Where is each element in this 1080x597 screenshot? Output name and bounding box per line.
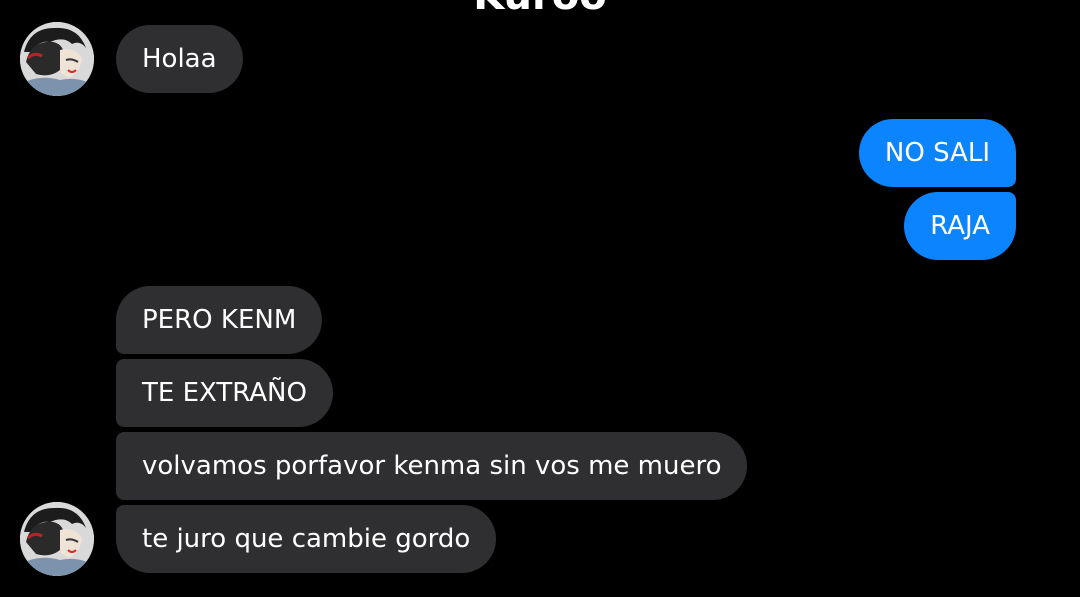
message-text: PERO KENM [142, 305, 297, 335]
message-text: TE EXTRAÑO [142, 378, 307, 408]
message-text: te juro que cambie gordo [142, 524, 471, 554]
message-incoming[interactable]: volvamos porfavor kenma sin vos me muero [116, 432, 748, 500]
message-text: volvamos porfavor kenma sin vos me muero [142, 451, 722, 481]
message-text: Holaa [142, 44, 217, 74]
contact-avatar[interactable] [20, 502, 94, 576]
contact-avatar[interactable] [20, 22, 94, 96]
message-incoming[interactable]: TE EXTRAÑO [116, 359, 333, 427]
message-incoming[interactable]: Holaa [116, 25, 243, 93]
message-text: RAJA [930, 211, 990, 241]
avatar-image-icon [20, 22, 94, 96]
chat-title[interactable]: Kuroo [0, 0, 1080, 18]
avatar-image-icon [20, 502, 94, 576]
message-outgoing[interactable]: RAJA [904, 192, 1016, 260]
message-incoming[interactable]: te juro que cambie gordo [116, 505, 497, 573]
message-outgoing[interactable]: NO SALI [858, 119, 1016, 187]
message-text: NO SALI [884, 138, 990, 168]
message-incoming[interactable]: PERO KENM [116, 286, 323, 354]
